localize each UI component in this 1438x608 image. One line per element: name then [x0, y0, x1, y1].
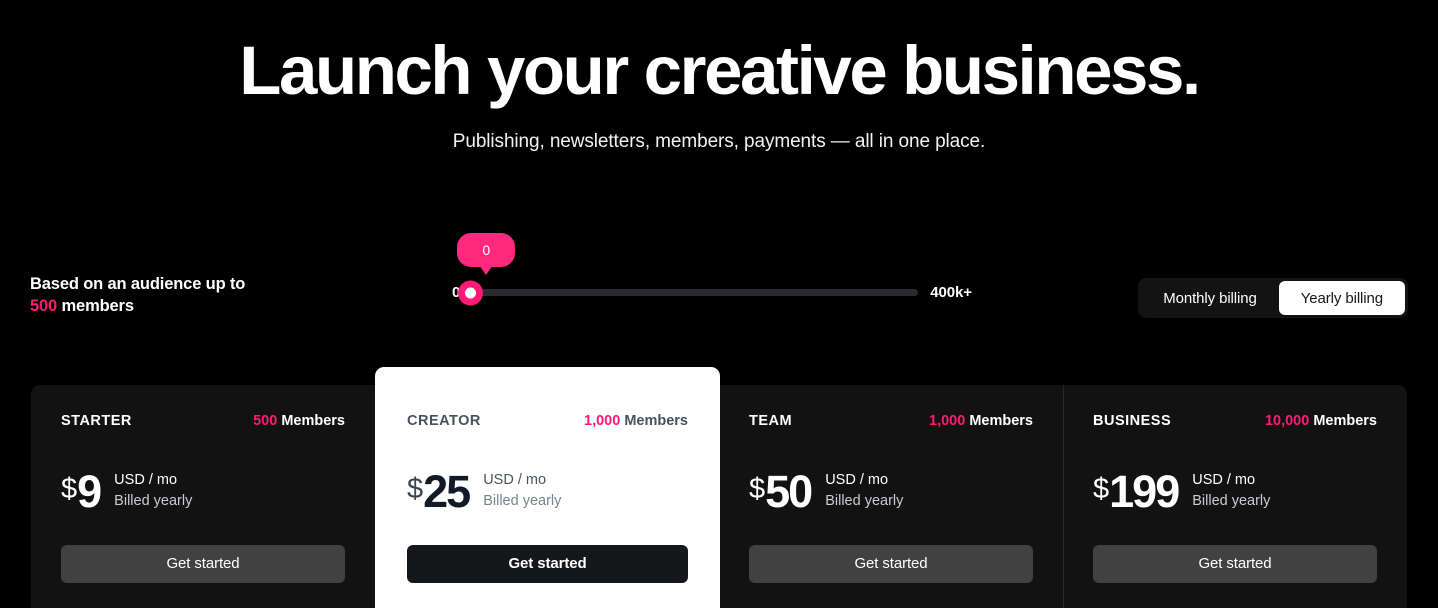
currency-symbol: $: [749, 472, 765, 505]
get-started-button[interactable]: Get started: [1093, 545, 1377, 583]
audience-line-2: 500 members: [30, 296, 245, 318]
plan-price-unit: USD / mo: [114, 472, 178, 489]
plan-members-count: 500: [253, 413, 278, 429]
plan-price-row: $25 USD / mo Billed yearly: [407, 465, 688, 517]
page-title: Launch your creative business.: [239, 32, 1201, 109]
plan-price: $199: [1093, 465, 1180, 517]
price-amount: 50: [765, 465, 813, 517]
plan-header: BUSINESS 10,000 Members: [1093, 413, 1377, 433]
plan-members: 500 Members: [253, 413, 345, 429]
plan-header: TEAM 1,000 Members: [749, 413, 1033, 433]
pricing-cards: STARTER 500 Members $9 USD / mo Billed y…: [31, 367, 1407, 608]
plan-price-unit: USD / mo: [1192, 472, 1256, 489]
currency-symbol: $: [407, 472, 423, 505]
plan-billing-note: Billed yearly: [114, 493, 193, 509]
get-started-button[interactable]: Get started: [407, 545, 688, 583]
plan-name: BUSINESS: [1093, 413, 1172, 429]
plan-members-count: 10,000: [1264, 413, 1310, 429]
plan-price-row: $199 USD / mo Billed yearly: [1093, 465, 1377, 517]
billing-option-yearly[interactable]: Yearly billing: [1278, 281, 1405, 315]
get-started-button[interactable]: Get started: [61, 545, 345, 583]
plan-name: TEAM: [749, 413, 793, 429]
plan-price: $50: [749, 465, 813, 517]
plan-members: 1,000 Members: [929, 413, 1033, 429]
audience-line-1: Based on an audience up to: [30, 275, 246, 293]
audience-member-unit: members: [61, 296, 134, 315]
plan-price: $25: [407, 465, 471, 517]
plan-billing-note: Billed yearly: [1192, 493, 1271, 509]
slider-value-bubble: 0: [457, 233, 516, 267]
plan-card-starter: STARTER 500 Members $9 USD / mo Billed y…: [31, 385, 375, 608]
get-started-button[interactable]: Get started: [749, 545, 1033, 583]
price-amount: 199: [1109, 465, 1180, 517]
plan-billing-note: Billed yearly: [825, 493, 904, 509]
plan-price-meta: USD / mo Billed yearly: [483, 470, 561, 511]
plan-name: CREATOR: [407, 413, 481, 429]
plan-members-label: Members: [969, 413, 1033, 429]
plan-header: CREATOR 1,000 Members: [407, 413, 688, 433]
price-amount: 9: [77, 465, 102, 517]
audience-summary: Based on an audience up to 500 members: [30, 274, 245, 318]
audience-slider[interactable]: 0 0 400k+: [452, 222, 992, 332]
plan-header: STARTER 500 Members: [61, 413, 345, 433]
slider-thumb[interactable]: [458, 280, 484, 305]
pricing-page: Launch your creative business. Publishin…: [0, 0, 1438, 608]
plan-members-count: 1,000: [929, 413, 966, 429]
plan-members-label: Members: [1313, 413, 1377, 429]
slider-row: 0 0 400k+: [452, 233, 972, 305]
plan-members-label: Members: [281, 413, 345, 429]
controls-row: Based on an audience up to 500 members 0…: [0, 222, 1438, 332]
audience-member-count: 500: [30, 296, 58, 315]
hero-section: Launch your creative business. Publishin…: [0, 0, 1438, 153]
slider-max-label: 400k+: [930, 284, 972, 301]
plan-price-unit: USD / mo: [483, 472, 547, 489]
plan-card-team: TEAM 1,000 Members $50 USD / mo Billed y…: [719, 385, 1063, 608]
page-subtitle: Publishing, newsletters, members, paymen…: [452, 131, 986, 152]
billing-toggle[interactable]: Monthly billing Yearly billing: [1138, 278, 1408, 318]
plan-price-meta: USD / mo Billed yearly: [1192, 470, 1270, 511]
plan-price-meta: USD / mo Billed yearly: [825, 470, 903, 511]
billing-option-monthly[interactable]: Monthly billing: [1141, 281, 1279, 315]
plan-card-business: BUSINESS 10,000 Members $199 USD / mo Bi…: [1063, 385, 1407, 608]
slider-track[interactable]: 0: [457, 233, 919, 305]
plan-members: 1,000 Members: [584, 413, 688, 429]
price-amount: 25: [423, 465, 471, 517]
plan-price-row: $50 USD / mo Billed yearly: [749, 465, 1033, 517]
plan-name: STARTER: [61, 413, 132, 429]
plan-billing-note: Billed yearly: [483, 493, 562, 509]
plan-price-meta: USD / mo Billed yearly: [114, 470, 192, 511]
plan-members-count: 1,000: [584, 413, 621, 429]
plan-price-row: $9 USD / mo Billed yearly: [61, 465, 345, 517]
plan-price-unit: USD / mo: [825, 472, 889, 489]
plan-card-creator: CREATOR 1,000 Members $25 USD / mo Bille…: [375, 367, 720, 608]
currency-symbol: $: [61, 472, 77, 505]
plan-members-label: Members: [624, 413, 688, 429]
plan-price: $9: [61, 465, 102, 517]
currency-symbol: $: [1093, 472, 1109, 505]
plan-members: 10,000 Members: [1265, 413, 1377, 429]
